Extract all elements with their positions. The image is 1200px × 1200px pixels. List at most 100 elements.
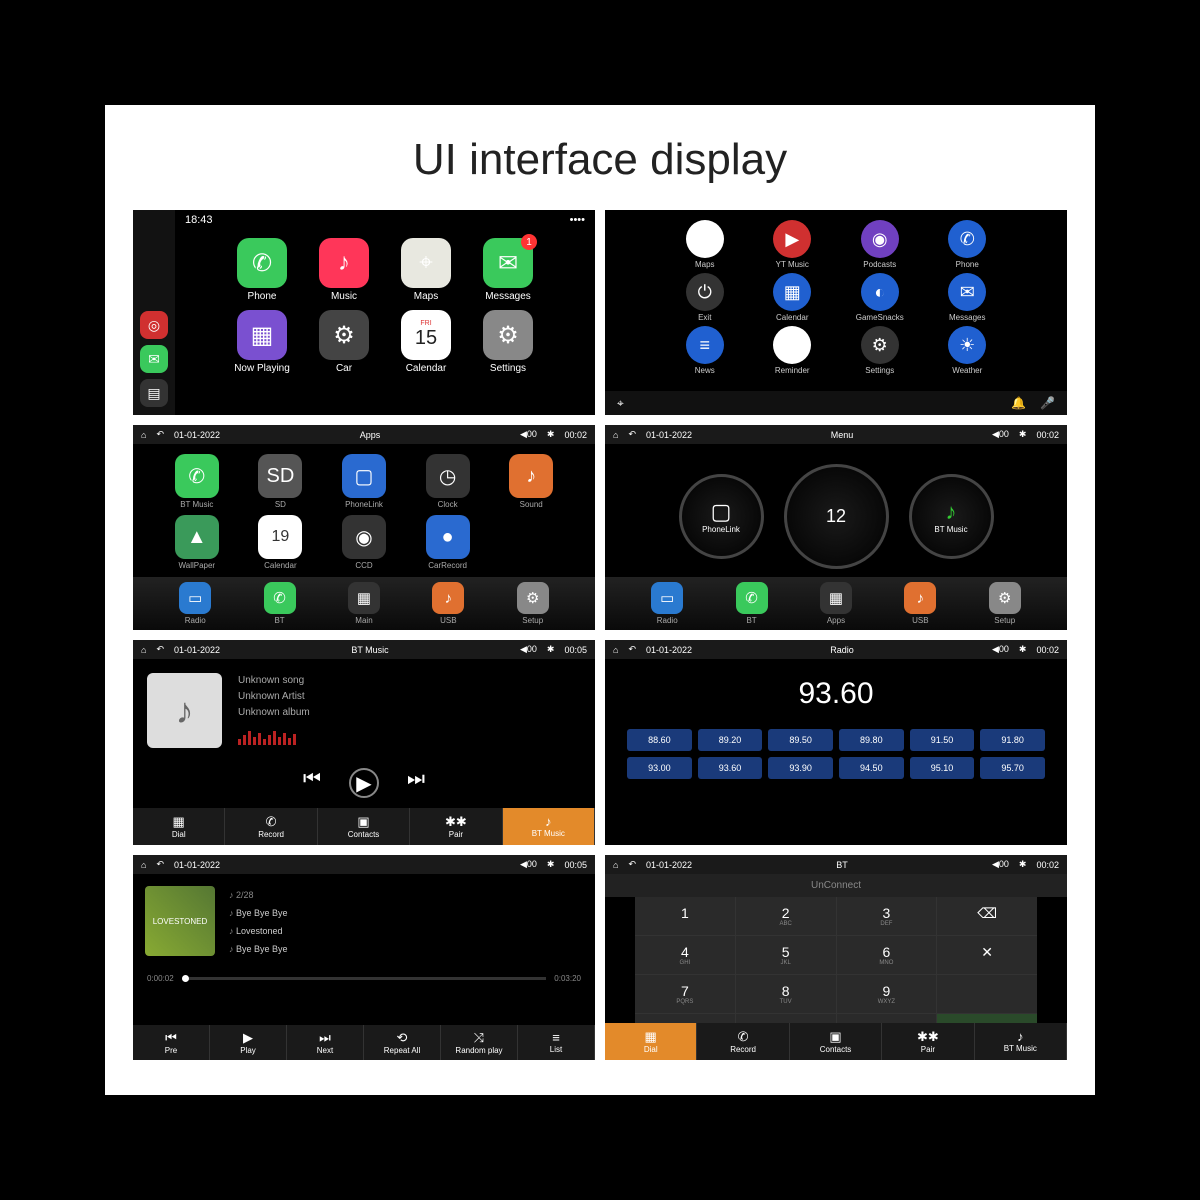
dial-key-7[interactable]: 7PQRS (635, 975, 735, 1013)
app-clock[interactable]: ◷Clock (409, 454, 487, 509)
list-item[interactable]: Lovestoned (229, 922, 288, 940)
next-button[interactable]: ⏭ (407, 768, 425, 798)
app-now-playing[interactable]: ▦ Now Playing (225, 310, 299, 374)
dock-icon[interactable]: ◎ (140, 311, 168, 339)
dial-key-2[interactable]: 2ABC (736, 897, 836, 935)
app-messages[interactable]: ✉Messages (928, 273, 1008, 322)
preset-button[interactable]: 95.10 (910, 757, 975, 779)
dock-bt[interactable]: ✆BT (736, 582, 768, 625)
progress-bar[interactable]: 0:00:02 0:03:20 (133, 970, 595, 987)
preset-button[interactable]: 91.50 (910, 729, 975, 751)
app-phonelink[interactable]: ▢PhoneLink (325, 454, 403, 509)
app-calendar[interactable]: FRI15 Calendar (389, 310, 463, 374)
app-exit[interactable]: ⏻Exit (665, 273, 745, 322)
tab-record[interactable]: ✆Record (697, 1023, 789, 1060)
preset-button[interactable]: 95.70 (980, 757, 1045, 779)
app-ccd[interactable]: ◉CCD (325, 515, 403, 570)
dial-key-⌫[interactable]: ⌫ (937, 897, 1037, 935)
preset-button[interactable]: 89.20 (698, 729, 763, 751)
back-icon[interactable]: ↶ (628, 859, 636, 870)
preset-button[interactable]: 94.50 (839, 757, 904, 779)
app-messages[interactable]: ✉1 Messages (471, 238, 545, 302)
preset-button[interactable]: 93.60 (698, 757, 763, 779)
dock-radio[interactable]: ▭Radio (179, 582, 211, 625)
preset-button[interactable]: 89.50 (768, 729, 833, 751)
dock-radio[interactable]: ▭Radio (651, 582, 683, 625)
dial-key-5[interactable]: 5JKL (736, 936, 836, 974)
gauge-phonelink[interactable]: ▢PhoneLink (679, 474, 764, 559)
back-icon[interactable]: ↶ (156, 859, 164, 870)
app-maps[interactable]: ⌖ Maps (389, 238, 463, 302)
preset-button[interactable]: 89.80 (839, 729, 904, 751)
home-icon[interactable]: ⌂ (141, 430, 146, 440)
dial-key-4[interactable]: 4GHI (635, 936, 735, 974)
home-icon[interactable]: ⌂ (613, 430, 618, 440)
tab-contacts[interactable]: ▣Contacts (790, 1023, 882, 1060)
dial-key-6[interactable]: 6MNO (837, 936, 937, 974)
dock-setup[interactable]: ⚙Setup (517, 582, 549, 625)
tab-dial[interactable]: ▦Dial (133, 808, 225, 845)
preset-button[interactable]: 91.80 (980, 729, 1045, 751)
play-button[interactable]: ▶Play (210, 1025, 287, 1060)
app-news[interactable]: ≡News (665, 326, 745, 375)
dock-setup[interactable]: ⚙Setup (989, 582, 1021, 625)
tab-pair[interactable]: ✱✱Pair (410, 808, 502, 845)
list-button[interactable]: ≡List (518, 1025, 595, 1060)
list-item[interactable]: Bye Bye Bye (229, 904, 288, 922)
dock-icon[interactable]: ✉ (140, 345, 168, 373)
tab-pair[interactable]: ✱✱Pair (882, 1023, 974, 1060)
app-settings[interactable]: ⚙ Settings (471, 310, 545, 374)
dock-bt[interactable]: ✆BT (264, 582, 296, 625)
app-music[interactable]: ♪ Music (307, 238, 381, 302)
back-icon[interactable]: ↶ (628, 429, 636, 440)
app-calendar[interactable]: ▦Calendar (753, 273, 833, 322)
dock-icon[interactable]: ▤ (140, 379, 168, 407)
app-reminder[interactable]: ◉Reminder (753, 326, 833, 375)
random-play-button[interactable]: ⤨Random play (441, 1025, 518, 1060)
app-calendar[interactable]: 19Calendar (242, 515, 320, 570)
app-yt-music[interactable]: ▶YT Music (753, 220, 833, 269)
home-icon[interactable]: ⌂ (141, 860, 146, 870)
dial-key-8[interactable]: 8TUV (736, 975, 836, 1013)
preset-button[interactable]: 88.60 (627, 729, 692, 751)
back-icon[interactable]: ↶ (628, 644, 636, 655)
bell-icon[interactable]: 🔔 (1011, 396, 1026, 410)
dial-key-blank[interactable] (937, 975, 1037, 1013)
dock-usb[interactable]: ♪USB (432, 582, 464, 625)
tab-contacts[interactable]: ▣Contacts (318, 808, 410, 845)
home-icon[interactable]: ⌂ (141, 645, 146, 655)
preset-button[interactable]: 93.00 (627, 757, 692, 779)
dial-key-9[interactable]: 9WXYZ (837, 975, 937, 1013)
home-icon[interactable]: ⌂ (613, 645, 618, 655)
repeat-all-button[interactable]: ⟲Repeat All (364, 1025, 441, 1060)
list-item[interactable]: Bye Bye Bye (229, 940, 288, 958)
preset-button[interactable]: 93.90 (768, 757, 833, 779)
app-settings[interactable]: ⚙Settings (840, 326, 920, 375)
app-carrecord[interactable]: ●CarRecord (409, 515, 487, 570)
back-icon[interactable]: ↶ (156, 644, 164, 655)
app-podcasts[interactable]: ◉Podcasts (840, 220, 920, 269)
app-sound[interactable]: ♪Sound (492, 454, 570, 509)
dial-key-3[interactable]: 3DEF (837, 897, 937, 935)
tab-bt-music[interactable]: ♪BT Music (975, 1023, 1067, 1060)
next-button[interactable]: ⏭Next (287, 1025, 364, 1060)
back-icon[interactable]: ↶ (156, 429, 164, 440)
dock-apps[interactable]: ▦Apps (820, 582, 852, 625)
mic-icon[interactable]: 🎤 (1040, 396, 1055, 410)
dial-key-✕[interactable]: ✕ (937, 936, 1037, 974)
app-weather[interactable]: ☀Weather (928, 326, 1008, 375)
app-car[interactable]: ⚙ Car (307, 310, 381, 374)
gauge-clock[interactable]: 12 (784, 464, 889, 569)
home-icon[interactable]: ⌂ (613, 860, 618, 870)
nav-icon[interactable]: ⌖ (617, 396, 624, 411)
app-bt music[interactable]: ✆BT Music (158, 454, 236, 509)
app-gamesnacks[interactable]: ◐GameSnacks (840, 273, 920, 322)
play-button[interactable]: ▶ (349, 768, 379, 798)
dock-usb[interactable]: ♪USB (904, 582, 936, 625)
gauge-btmusic[interactable]: ♪BT Music (909, 474, 994, 559)
dial-key-1[interactable]: 1 (635, 897, 735, 935)
app-sd[interactable]: SDSD (242, 454, 320, 509)
app-maps[interactable]: ⌖Maps (665, 220, 745, 269)
tab-record[interactable]: ✆Record (225, 808, 317, 845)
prev-button[interactable]: ⏮ (303, 768, 321, 798)
